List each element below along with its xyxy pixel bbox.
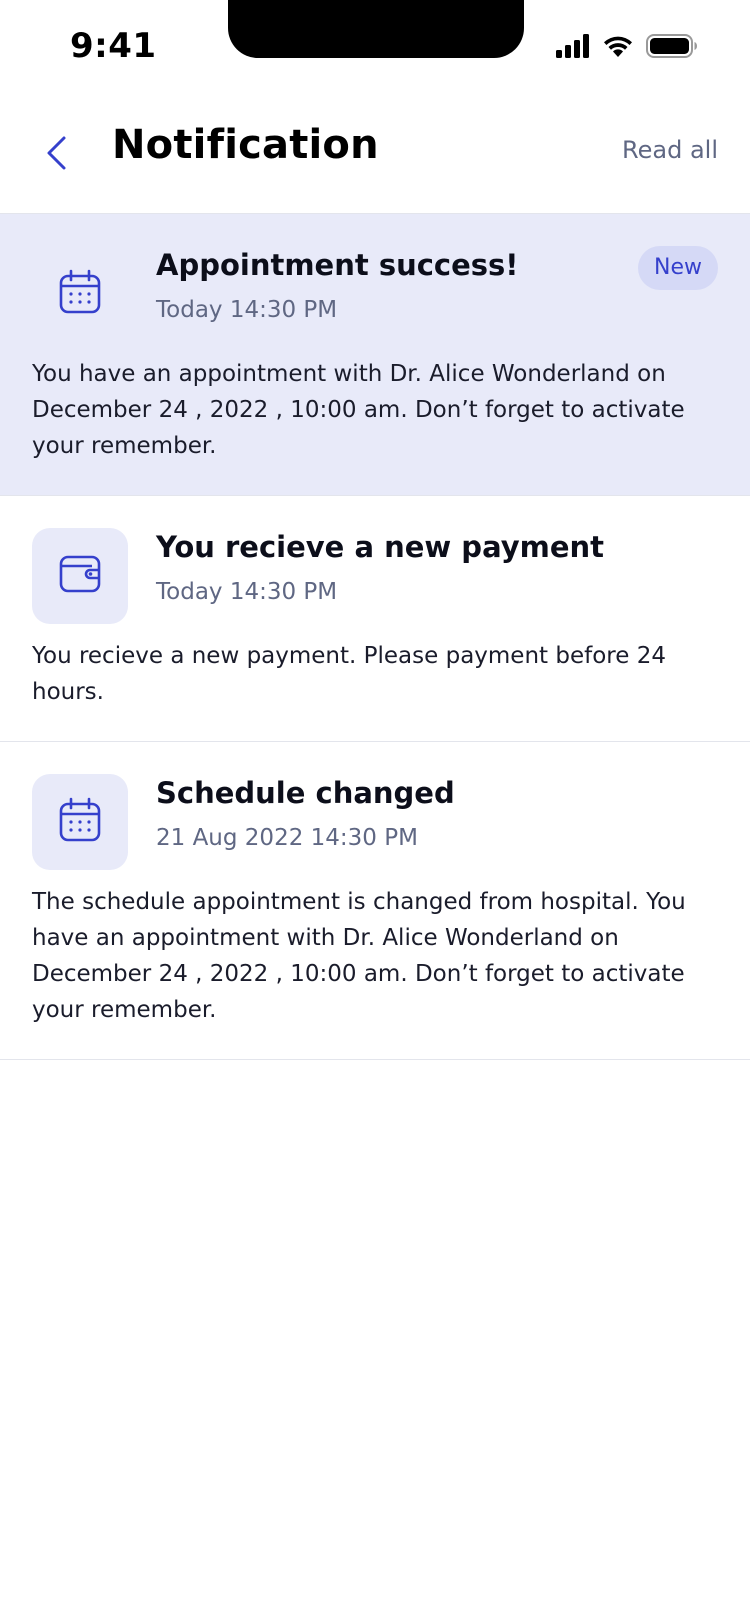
status-bar: 9:41 bbox=[0, 0, 750, 96]
wallet-icon bbox=[58, 554, 102, 598]
notification-title: Appointment success! bbox=[156, 248, 519, 282]
notification-item[interactable]: You recieve a new payment Today 14:30 PM… bbox=[0, 496, 750, 742]
calendar-icon bbox=[58, 797, 102, 847]
notification-screen: 9:41 Notification Read all Appointment s… bbox=[0, 0, 750, 1624]
notification-body: You have an appointment with Dr. Alice W… bbox=[32, 361, 685, 459]
notification-item[interactable]: Appointment success! Today 14:30 PM New … bbox=[0, 214, 750, 496]
notification-time: Today 14:30 PM bbox=[156, 297, 338, 323]
header: Notification Read all bbox=[0, 96, 750, 214]
status-icons bbox=[556, 34, 698, 62]
wifi-icon bbox=[602, 34, 634, 62]
notification-title: Schedule changed bbox=[156, 776, 455, 810]
notification-icon-box bbox=[32, 528, 128, 624]
notification-time: 21 Aug 2022 14:30 PM bbox=[156, 825, 418, 851]
notification-icon-box bbox=[32, 246, 128, 342]
new-badge: New bbox=[638, 246, 718, 290]
read-all-button[interactable]: Read all bbox=[622, 136, 718, 164]
status-time: 9:41 bbox=[70, 26, 157, 66]
device-notch bbox=[228, 0, 524, 58]
notification-icon-box bbox=[32, 774, 128, 870]
notification-list: Appointment success! Today 14:30 PM New … bbox=[0, 214, 750, 1060]
back-button[interactable] bbox=[36, 128, 76, 182]
battery-icon bbox=[646, 34, 698, 62]
notification-title: You recieve a new payment bbox=[156, 530, 605, 564]
notification-time: Today 14:30 PM bbox=[156, 579, 338, 605]
notification-body: The schedule appointment is changed from… bbox=[32, 889, 686, 1023]
cellular-signal-icon bbox=[556, 34, 590, 62]
calendar-icon bbox=[58, 269, 102, 319]
notification-item[interactable]: Schedule changed 21 Aug 2022 14:30 PM Th… bbox=[0, 742, 750, 1060]
chevron-left-icon bbox=[44, 135, 68, 175]
notification-body: You recieve a new payment. Please paymen… bbox=[32, 643, 666, 705]
page-title: Notification bbox=[112, 122, 379, 168]
